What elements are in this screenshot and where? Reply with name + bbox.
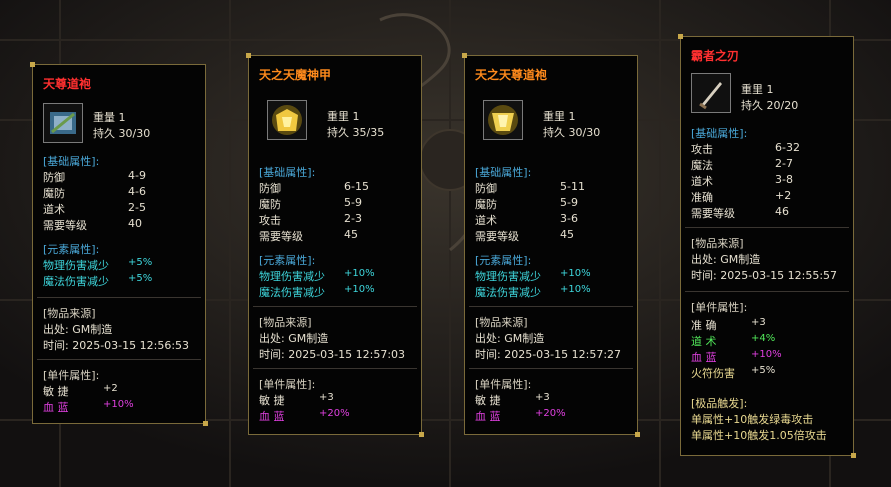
divider	[469, 306, 633, 307]
source-time: 时间: 2025-03-15 12:56:53	[43, 339, 190, 352]
attr-row: 需要等级 45	[259, 228, 358, 243]
source-from: 出处: GM制造	[475, 332, 545, 345]
attr-row: 需要等级 45	[475, 228, 574, 243]
divider	[685, 291, 849, 292]
single-row: 血 蓝 +20%	[475, 408, 566, 423]
source-from: 出处: GM制造	[691, 253, 761, 266]
durability-text: 持久 30/30	[543, 126, 601, 139]
attr-row: 道术 3-6	[475, 212, 578, 227]
item-tooltip-3: 天之天尊道袍 重里 1 持久 30/30 [基础属性]: 防御 5-11 魔防 5-…	[462, 53, 640, 437]
item-title: 天之天魔神甲	[259, 68, 332, 82]
item-tooltip-4: 霸者之刃 重里 1 持久 20/20 [基础属性]: 攻击 6-32 魔法 2-7 …	[678, 34, 856, 458]
divider	[253, 368, 417, 369]
single-attr-header: [单件属性]:	[43, 369, 100, 382]
divider	[37, 359, 201, 360]
divider	[37, 297, 201, 298]
elem-attr-header: [元素属性]:	[259, 254, 316, 267]
extra-line: 单属性+10触发1.05倍攻击	[691, 429, 827, 442]
blade-icon	[691, 73, 731, 113]
source-from: 出处: GM制造	[259, 332, 329, 345]
source-from: 出处: GM制造	[43, 323, 113, 336]
item-title: 天之天尊道袍	[475, 68, 548, 82]
source-header: [物品来源]	[475, 316, 528, 329]
single-row: 敏 捷 +3	[259, 392, 334, 407]
attr-row: 防御 6-15	[259, 180, 369, 195]
attr-row: 准确 +2	[691, 189, 792, 204]
item-title: 天尊道袍	[43, 77, 92, 91]
elem-row: 魔法伤害减少 +5%	[43, 273, 153, 288]
divider	[685, 227, 849, 228]
weight-text: 重里 1	[543, 110, 576, 123]
item-tooltip-2: 天之天魔神甲 重里 1 持久 35/35 [基础属性]: 防御 6-15 魔防 5-…	[246, 53, 424, 437]
attr-row: 攻击 2-3	[259, 212, 362, 227]
single-row: 敏 捷 +3	[475, 392, 550, 407]
extra-header: [极品触发]:	[691, 397, 748, 410]
attr-row: 防御 4-9	[43, 169, 146, 184]
source-header: [物品来源]	[691, 237, 744, 250]
attr-row: 魔防 5-9	[259, 196, 362, 211]
single-row: 血 蓝 +20%	[259, 408, 350, 423]
weight-text: 重量 1	[93, 111, 126, 124]
durability-text: 持久 20/20	[741, 99, 799, 112]
base-attr-header: [基础属性]:	[259, 166, 316, 179]
robe-icon	[43, 103, 83, 143]
source-time: 时间: 2025-03-15 12:55:57	[691, 269, 838, 282]
source-header: [物品来源]	[43, 307, 96, 320]
weight-text: 重里 1	[741, 83, 774, 96]
elem-row: 物理伤害减少 +10%	[259, 268, 375, 283]
source-time: 时间: 2025-03-15 12:57:03	[259, 348, 406, 361]
single-row: 火符伤害 +5%	[691, 365, 776, 380]
attr-row: 需要等级 46	[691, 205, 789, 220]
attr-row: 魔防 5-9	[475, 196, 578, 211]
source-header: [物品来源]	[259, 316, 312, 329]
item-tooltip-1: 天尊道袍 重量 1 持久 30/30 [基础属性]: 防御 4-9 魔防 4-6 道…	[30, 62, 208, 426]
armor-icon	[267, 100, 307, 140]
attr-row: 需要等级 40	[43, 217, 142, 232]
source-time: 时间: 2025-03-15 12:57:27	[475, 348, 622, 361]
single-row: 道 术 +4%	[691, 333, 776, 348]
divider	[469, 368, 633, 369]
attr-row: 魔防 4-6	[43, 185, 146, 200]
attr-row: 防御 5-11	[475, 180, 585, 195]
attr-row: 魔法 2-7	[691, 157, 793, 172]
extra-line: 单属性+10触发绿毒攻击	[691, 413, 814, 426]
divider	[253, 306, 417, 307]
single-row: 血 蓝 +10%	[43, 399, 134, 414]
single-row: 敏 捷 +2	[43, 383, 118, 398]
robe-icon	[483, 100, 523, 140]
single-attr-header: [单件属性]:	[259, 378, 316, 391]
durability-text: 持久 30/30	[93, 127, 151, 140]
single-row: 血 蓝 +10%	[691, 349, 782, 364]
base-attr-header: [基础属性]:	[475, 166, 532, 179]
elem-attr-header: [元素属性]:	[475, 254, 532, 267]
base-attr-header: [基础属性]:	[43, 155, 100, 168]
attr-row: 攻击 6-32	[691, 141, 800, 156]
single-row: 准 确 +3	[691, 317, 766, 332]
single-attr-header: [单件属性]:	[475, 378, 532, 391]
elem-row: 物理伤害减少 +5%	[43, 257, 153, 272]
base-attr-header: [基础属性]:	[691, 127, 748, 140]
item-title: 霸者之刃	[691, 49, 740, 63]
durability-text: 持久 35/35	[327, 126, 385, 139]
elem-row: 魔法伤害减少 +10%	[259, 284, 375, 299]
attr-row: 道术 2-5	[43, 201, 146, 216]
weight-text: 重里 1	[327, 110, 360, 123]
elem-attr-header: [元素属性]:	[43, 243, 100, 256]
elem-row: 物理伤害减少 +10%	[475, 268, 591, 283]
elem-row: 魔法伤害减少 +10%	[475, 284, 591, 299]
single-attr-header: [单件属性]:	[691, 301, 748, 314]
attr-row: 道术 3-8	[691, 173, 793, 188]
